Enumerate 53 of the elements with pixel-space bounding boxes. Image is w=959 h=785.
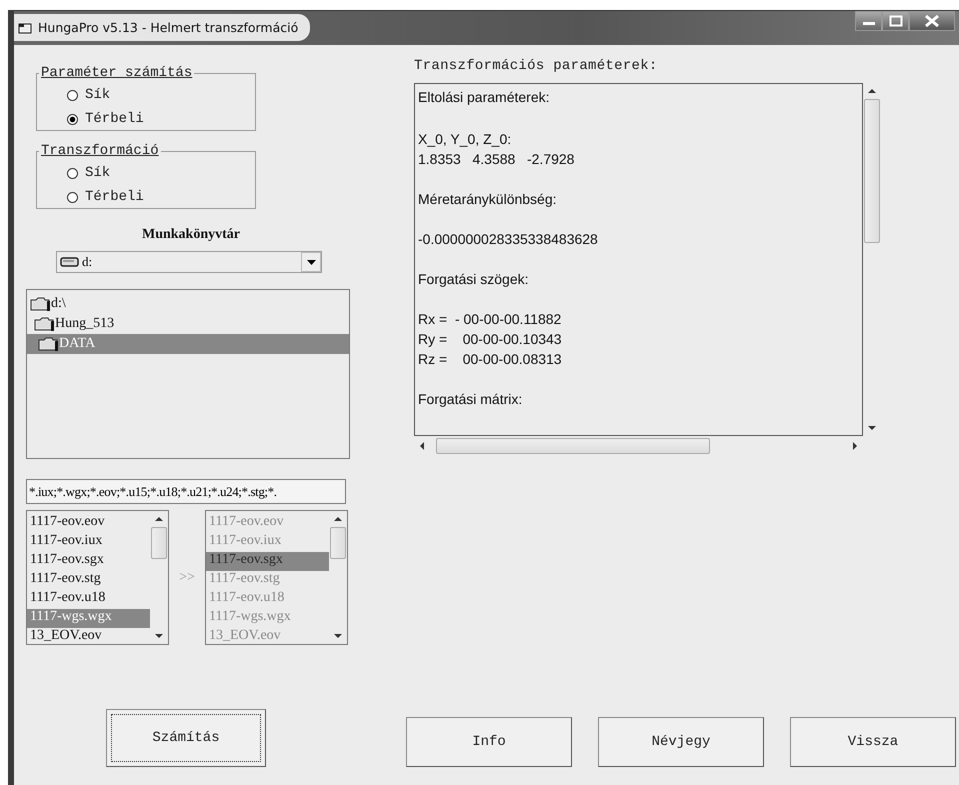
file-item[interactable]: 1117-eov.sgx <box>27 552 150 571</box>
result-line: Ry = 00-00-00.10343 <box>418 330 563 349</box>
radio-option[interactable]: Sík <box>67 83 255 107</box>
maximize-icon <box>888 15 902 27</box>
app-icon <box>18 22 32 34</box>
result-line: Forgatási szögek: <box>418 270 530 289</box>
window-title: HungaPro v5.13 - Helmert transzformáció <box>38 20 298 35</box>
group-title: Paraméter számítás <box>40 65 194 81</box>
radio-button[interactable] <box>67 168 78 178</box>
file-list[interactable]: 1117-eov.eov 1117-eov.iux 1117-eov.sgx 1117-eov.stg 1117-eov.u18 1117-wgs.wgx 13_EOV.eov <box>26 510 169 645</box>
result-line: Forgatási mátrix: <box>418 390 524 409</box>
result-line: Méretaránykülönbség: <box>418 190 558 209</box>
file-item[interactable]: 1117-eov.u18 <box>27 590 150 609</box>
minimize-button[interactable] <box>855 11 882 31</box>
radio-button[interactable] <box>67 192 78 202</box>
maximize-button[interactable] <box>882 11 909 31</box>
file-item[interactable]: 1117-eov.stg <box>27 571 150 590</box>
drive-icon <box>60 256 80 268</box>
drive-dropdown[interactable]: d: <box>56 251 322 273</box>
folder-icon <box>33 316 55 332</box>
dropdown-arrow-icon <box>306 260 316 264</box>
folder-list[interactable]: d:\ Hung_513 DATA <box>26 289 350 459</box>
file-item[interactable]: 1117-eov.eov <box>27 514 150 533</box>
action-button[interactable]: Info <box>406 717 572 767</box>
section-label: Munkakönyvtár <box>140 227 242 243</box>
action-button[interactable]: Vissza <box>790 717 956 767</box>
radio-option[interactable]: Térbeli <box>67 107 255 131</box>
result-line: Rz = 00-00-00.08313 <box>418 350 563 369</box>
radio-option[interactable]: Sík <box>67 161 255 185</box>
file-item[interactable]: 1117-eov.iux <box>27 533 150 552</box>
filter-field[interactable]: *.iux;*.wgx;*.eov;*.u15;*.u18;*.u21;*.u24;*.stg;*. <box>26 479 346 504</box>
compute-button[interactable]: Számítás <box>106 709 266 767</box>
file-item[interactable]: 13_EOV.eov <box>27 628 150 647</box>
group-title: Transzformáció <box>40 143 160 159</box>
close-button[interactable] <box>909 11 955 31</box>
close-icon <box>924 15 940 27</box>
folder-icon <box>29 296 51 312</box>
folder-item[interactable]: Hung_513 <box>33 314 349 334</box>
file-item[interactable]: 1117-wgs.wgx <box>27 609 150 628</box>
result-line: Rx = - 00-00-00.11882 <box>418 310 562 329</box>
result-line: -0.000000028335338483628 <box>418 230 599 249</box>
result-line: 1.8353 4.3588 -2.7928 <box>418 150 576 169</box>
folder-icon <box>37 336 59 352</box>
result-line: Eltolási paraméterek: <box>418 88 551 107</box>
folder-item[interactable]: DATA <box>27 334 349 354</box>
radio-button[interactable] <box>67 90 78 100</box>
radio-option[interactable]: Térbeli <box>67 185 255 209</box>
result-line: X_0, Y_0, Z_0: <box>418 130 512 149</box>
folder-item[interactable]: d:\ <box>29 294 349 314</box>
action-button[interactable]: Névjegy <box>598 717 764 767</box>
move-label: >> <box>178 570 196 586</box>
results-label: Transzformációs paraméterek: <box>414 58 659 74</box>
radio-button[interactable] <box>67 114 78 124</box>
